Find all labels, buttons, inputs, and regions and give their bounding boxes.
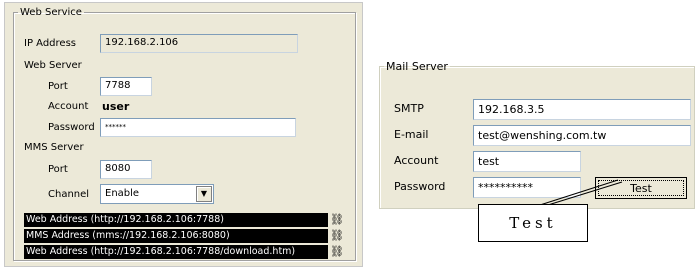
test-callout: Test xyxy=(478,204,588,242)
callout-pointer xyxy=(539,179,623,206)
